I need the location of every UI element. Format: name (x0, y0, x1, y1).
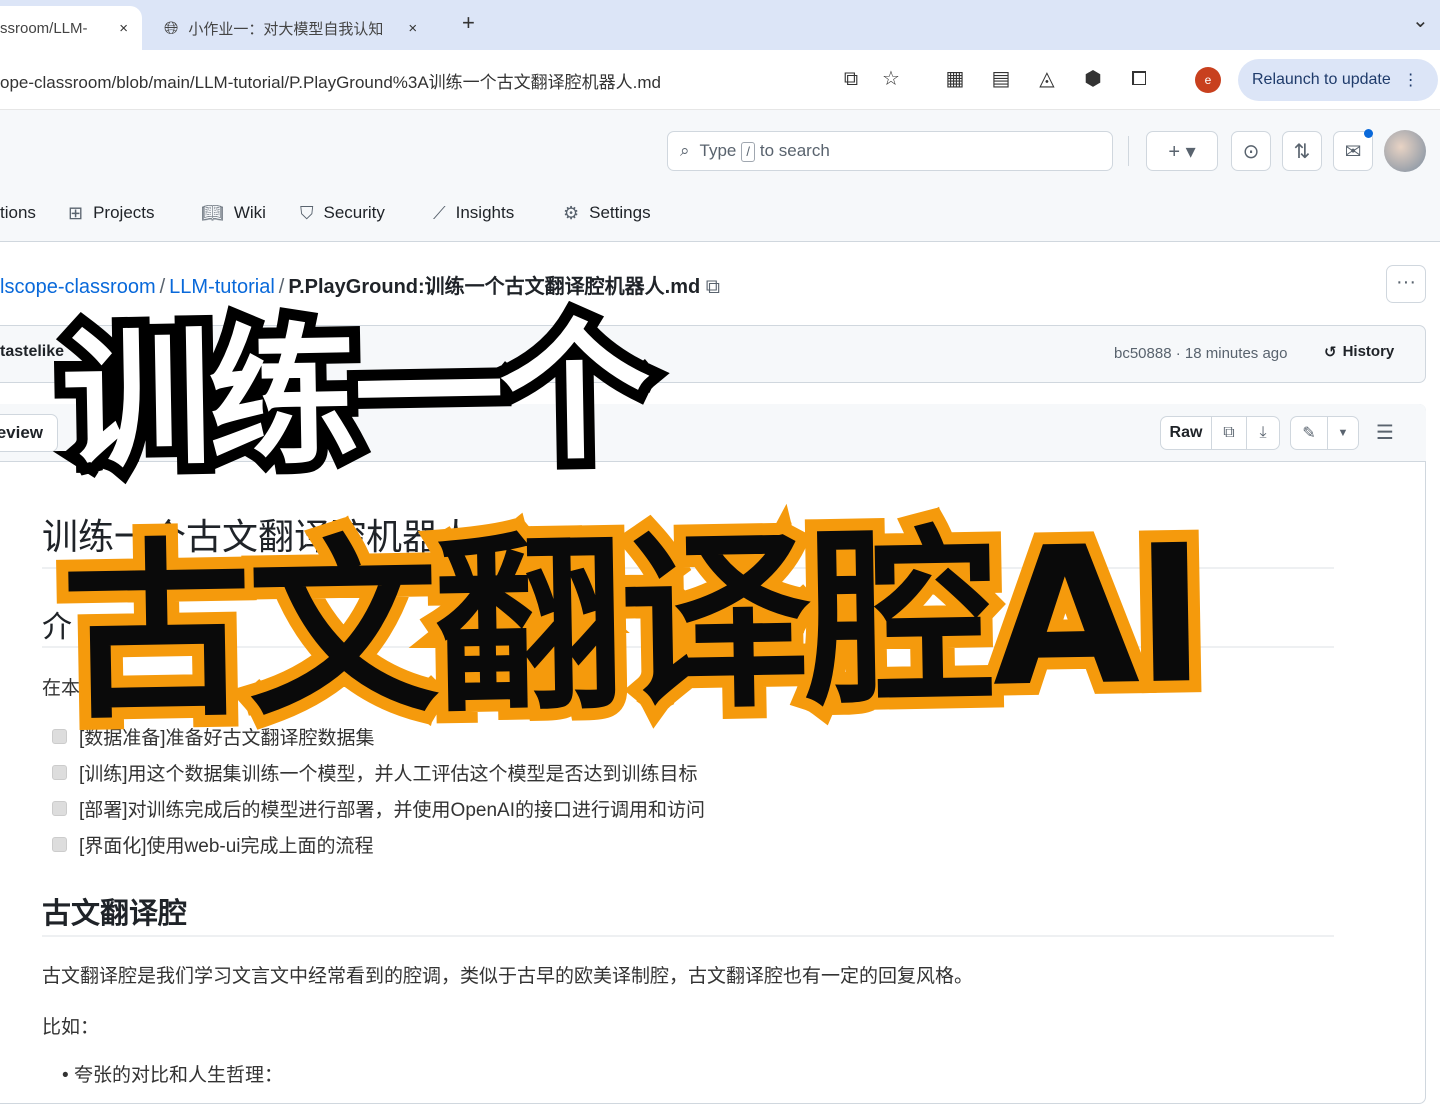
nav-label: tions (0, 203, 36, 222)
search-shortcut: / (741, 141, 756, 162)
nav-tab-wiki[interactable]: 📖︎ Wiki (201, 198, 266, 228)
paragraph: 古文翻译腔是我们学习文言文中经常看到的腔调，类似于古早的欧美译制腔，古文翻译腔也… (42, 966, 974, 987)
nav-tab-actions[interactable]: tions (0, 198, 36, 228)
history-button[interactable]: ↺ History (1324, 343, 1394, 361)
download-icon[interactable]: ⤓ (1246, 416, 1280, 450)
checkbox[interactable] (52, 837, 67, 852)
relaunch-label: Relaunch to update (1252, 71, 1391, 88)
relaunch-button[interactable]: Relaunch to update ⋮ (1238, 59, 1438, 101)
new-tab-button[interactable]: + (462, 10, 475, 36)
overlay-title-line2: 古文翻译腔AI (48, 492, 1215, 757)
history-icon: ↺ (1324, 344, 1337, 361)
separator: / (278, 276, 285, 298)
globe-icon: 🌐︎ (164, 17, 179, 38)
extension-icon[interactable]: ▤ (988, 66, 1014, 92)
checkbox[interactable] (52, 801, 67, 816)
nav-tab-insights[interactable]: ⟋ Insights (433, 198, 514, 228)
history-label: History (1342, 343, 1395, 360)
commit-time: 18 minutes ago (1184, 345, 1288, 362)
edit-dropdown-icon[interactable]: ▼ (1327, 416, 1359, 450)
nav-tab-projects[interactable]: ⊞ Projects (68, 198, 155, 228)
task-item: [部署]对训练完成后的模型进行部署，并使用OpenAI的接口进行调用和访问 (52, 795, 705, 822)
copy-icon[interactable]: ⧉ (1211, 416, 1247, 450)
extension-icon[interactable]: ◬ (1034, 66, 1060, 92)
pull-requests-icon[interactable]: ⇅ (1282, 131, 1322, 171)
nav-label: Wiki (233, 203, 266, 222)
browser-tab[interactable]: 🌐︎ 小作业一：对大模型自我认知 × (150, 6, 445, 50)
install-app-icon[interactable]: ⧉ (838, 66, 864, 92)
close-tab-icon[interactable]: × (408, 20, 417, 37)
notification-dot (1364, 129, 1373, 138)
user-avatar[interactable] (1384, 130, 1426, 172)
nav-tab-settings[interactable]: ⚙ Settings (563, 198, 651, 228)
extension-icon[interactable]: ⬢ (1080, 66, 1106, 92)
breadcrumb: lscope-classroom / LLM-tutorial / P.PlayGrou… (0, 270, 720, 299)
raw-button[interactable]: Raw (1160, 416, 1212, 450)
commit-meta: bc50888 · 18 minutes ago (1114, 345, 1288, 362)
search-icon: ⌕ (680, 141, 690, 160)
divider (42, 935, 1334, 937)
shield-icon: ⛉ (300, 202, 314, 223)
task-label: [界面化]使用web-ui完成上面的流程 (79, 836, 374, 857)
commit-hash[interactable]: bc50888 (1114, 345, 1172, 362)
divider (1128, 136, 1129, 166)
nav-label: Projects (93, 203, 155, 222)
checkbox[interactable] (52, 765, 67, 780)
breadcrumb-file: P.PlayGround:训练一个古文翻译腔机器人.md (288, 276, 701, 298)
search-placeholder: to search (759, 140, 830, 160)
overlay-title-line1: 训练一个 (50, 294, 659, 500)
graph-icon: ⟋ (433, 202, 446, 223)
bullet-text: 夸张的对比和人生哲理： (73, 1065, 283, 1086)
separator: / (159, 276, 166, 298)
search-placeholder: Type (699, 140, 737, 160)
puzzle-icon[interactable]: ⧠ (1126, 66, 1152, 92)
gear-icon: ⚙ (563, 202, 580, 223)
profile-avatar[interactable]: e (1195, 67, 1221, 93)
close-tab-icon[interactable]: × (119, 20, 128, 37)
task-item: [界面化]使用web-ui完成上面的流程 (52, 831, 374, 858)
task-item: [训练]用这个数据集训练一个模型，并人工评估这个模型是否达到训练目标 (52, 759, 698, 786)
nav-label: Security (323, 203, 385, 222)
book-icon: 📖︎ (201, 202, 224, 223)
extension-icon[interactable]: ▦ (942, 66, 968, 92)
outline-list-icon[interactable]: ☰ (1376, 420, 1394, 445)
paragraph: 比如： (42, 1017, 100, 1038)
task-label: [训练]用这个数据集训练一个模型，并人工评估这个模型是否达到训练目标 (79, 764, 698, 785)
kebab-menu-icon[interactable]: ⋮ (1403, 70, 1419, 90)
more-options-button[interactable]: ··· (1386, 265, 1426, 303)
edit-pencil-icon[interactable]: ✎ (1290, 416, 1328, 450)
heading-2: 古文翻译腔 (42, 898, 188, 930)
nav-label: Settings (589, 203, 651, 222)
commit-author[interactable]: tastelike (0, 343, 64, 361)
tab-search-button[interactable]: ⌄ (1412, 8, 1429, 33)
tab-title: 小作业一：对大模型自我认知 (188, 20, 384, 38)
copy-path-icon[interactable]: ⧉ (706, 276, 720, 298)
issues-icon[interactable]: ⊙ (1231, 131, 1271, 171)
preview-tab[interactable]: eview (0, 414, 58, 452)
breadcrumb-owner[interactable]: lscope-classroom (0, 276, 156, 298)
tab-title: ssroom/LLM- (0, 19, 88, 37)
bullet-item: • 夸张的对比和人生哲理： (62, 1065, 283, 1086)
nav-tab-security[interactable]: ⛉ Security (300, 198, 385, 228)
browser-tab-active[interactable]: ssroom/LLM- × (0, 6, 142, 50)
url-field[interactable]: ope-classroom/blob/main/LLM-tutorial/P.P… (0, 68, 661, 93)
breadcrumb-repo[interactable]: LLM-tutorial (169, 276, 275, 298)
bookmark-star-icon[interactable]: ☆ (878, 66, 904, 92)
nav-label: Insights (455, 203, 515, 222)
create-new-button[interactable]: + ▾ (1146, 131, 1218, 171)
task-label: [部署]对训练完成后的模型进行部署，并使用OpenAI的接口进行调用和访问 (79, 800, 705, 821)
table-icon: ⊞ (68, 202, 84, 223)
search-input[interactable]: ⌕ Type / to search (667, 131, 1113, 171)
